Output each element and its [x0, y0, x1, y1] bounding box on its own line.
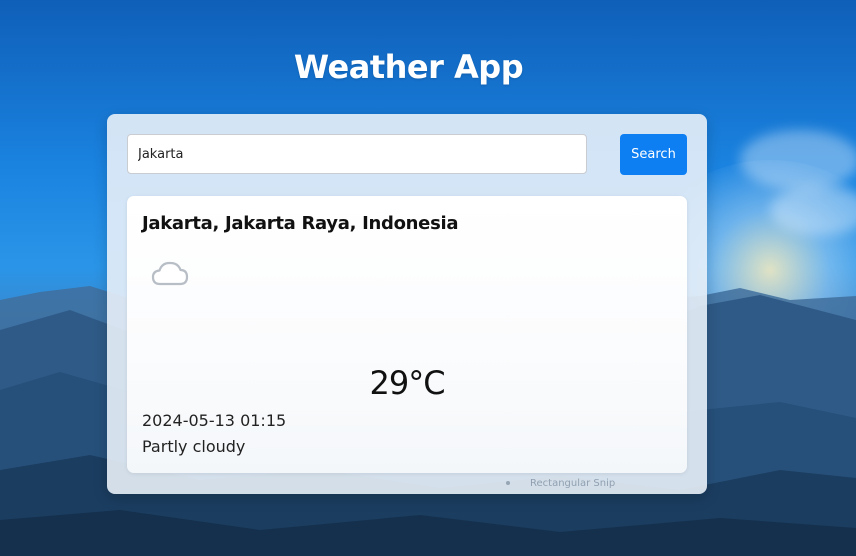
- snip-tool-ghost-label: Rectangular Snip: [500, 478, 650, 496]
- weather-condition: Partly cloudy: [142, 437, 246, 456]
- search-input[interactable]: [127, 134, 587, 174]
- temperature: 29°C: [369, 364, 445, 402]
- location-title: Jakarta, Jakarta Raya, Indonesia: [142, 213, 459, 234]
- snip-label: Rectangular Snip: [530, 478, 616, 489]
- weather-panel: Search Jakarta, Jakarta Raya, Indonesia …: [107, 114, 707, 494]
- local-datetime: 2024-05-13 01:15: [142, 411, 287, 430]
- snip-bullet-icon: [506, 481, 510, 485]
- moon-cloud-icon: [151, 242, 189, 286]
- search-button[interactable]: Search: [620, 134, 687, 175]
- app-title: Weather App: [293, 48, 524, 86]
- weather-card: Jakarta, Jakarta Raya, Indonesia 29°C 20…: [127, 196, 687, 473]
